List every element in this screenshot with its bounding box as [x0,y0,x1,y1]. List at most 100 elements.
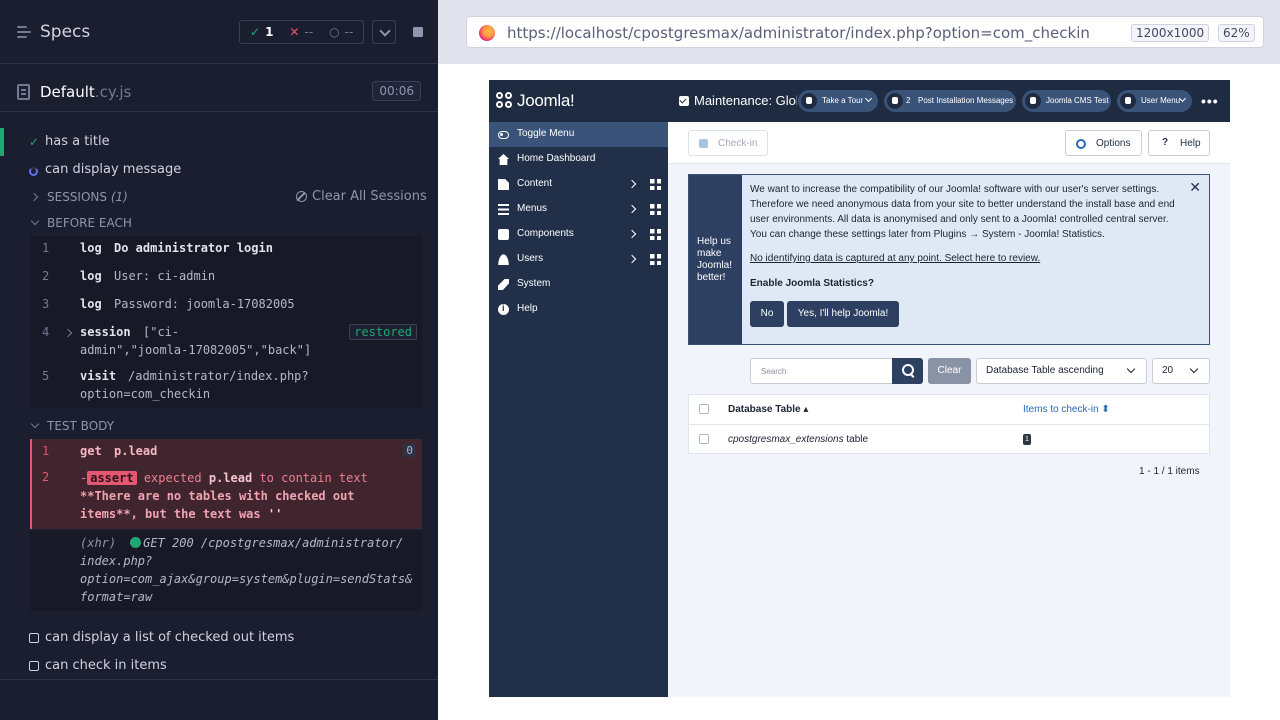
user-menu-button[interactable]: User Menu [1117,90,1192,112]
test-title: can display a list of checked out items [45,630,295,645]
joomla-logo-icon [496,92,514,110]
joomla-sidebar: Joomla! Toggle Menu Home Dashboard Conte… [489,80,668,697]
cypress-runner: Specs ✓ 1 ✕ -- ○ -- Default.cy.js 00:06 ✓ h… [0,0,1280,720]
external-link-icon [1025,93,1041,109]
specs-title[interactable]: Specs [40,22,90,42]
close-icon[interactable]: ✕ [1189,179,1201,196]
select-all-checkbox[interactable] [699,404,709,414]
test-title: can check in items [45,658,167,673]
ordering-select[interactable]: Database Table ascending [976,358,1147,384]
command-log[interactable]: 1 log Do administrator login [30,241,422,259]
sidebar-item-content[interactable]: Content [489,172,668,197]
review-data-link[interactable]: No identifying data is captured at any p… [750,253,1040,264]
test-body-toggle[interactable]: TEST BODY [0,417,438,435]
test-body-label: TEST BODY [47,419,115,433]
sort-asc-icon: ▴ [803,404,809,415]
viewport-size-badge[interactable]: 1200x1000 [1131,24,1210,42]
options-button[interactable]: Options [1065,130,1142,156]
sessions-label: SESSIONS (1) [47,190,128,204]
check-square-icon [699,139,708,148]
dashboard-grid-icon[interactable] [650,179,661,190]
stats-no-button[interactable]: No [750,301,784,327]
url-bar[interactable]: https://localhost/cpostgresmax/administr… [466,16,1264,48]
more-options-icon[interactable]: ••• [1201,94,1219,108]
xhr-request-log[interactable]: (xhr) GET 200 /cpostgresmax/administrator… [30,531,422,611]
limit-select[interactable]: 20 [1152,358,1210,384]
specs-list-icon[interactable] [17,25,33,39]
gear-icon [1076,139,1086,149]
sidebar-item-home-dashboard[interactable]: Home Dashboard [489,147,668,172]
post-installation-messages-button[interactable]: 2 Post Installation Messages [884,90,1016,112]
before-each-commands: 1 log Do administrator login 2 log User:… [30,236,422,408]
command-log[interactable]: 2 log User: ci-admin [30,269,422,287]
chevron-right-icon [627,204,637,214]
passed-count: 1 [265,25,274,39]
sidebar-item-menus[interactable]: Menus [489,197,668,222]
stats-yes-button[interactable]: Yes, I'll help Joomla! [787,301,899,327]
sidebar-item-system[interactable]: System [489,272,668,297]
expand-menu-button[interactable] [372,20,396,44]
command-visit[interactable]: 5 visit /administrator/index.php? option… [30,369,422,405]
before-each-toggle[interactable]: BEFORE EACH [0,214,438,232]
help-button[interactable]: ? Help [1148,130,1210,156]
chevron-down-icon [864,94,873,103]
search-button[interactable] [892,358,923,384]
command-session[interactable]: 4 session ["ci- admin","joomla-17082005"… [30,324,422,361]
joomla-logo[interactable]: Joomla! [489,80,668,122]
sidebar-item-components[interactable]: Components [489,222,668,247]
chevron-right-icon [627,229,637,239]
test-list-checked-out-items[interactable]: can display a list of checked out items [0,629,438,649]
notification-count: 2 [906,96,911,105]
search-input[interactable]: Search [750,358,893,384]
chevron-right-icon [627,254,637,264]
alert-question: Enable Joomla Statistics? [750,278,874,289]
dashboard-grid-icon[interactable] [650,254,661,265]
checkin-table: Database Table ▴ Items to check-in ⬍ cpo… [688,394,1210,454]
chevron-right-icon[interactable] [63,328,73,338]
clear-button[interactable]: Clear [928,358,971,384]
stop-button[interactable] [405,20,431,44]
search-placeholder: Search [761,367,787,376]
column-header-database-table[interactable]: Database Table ▴ [728,404,808,415]
spec-header: Default.cy.js 00:06 [0,72,438,112]
command-assert[interactable]: 2 - assert expected p.lead to contain tex… [30,470,422,526]
running-spinner-icon [29,167,38,176]
test-can-display-message[interactable]: can display message [0,161,438,181]
check-icon: ✓ [29,135,40,149]
assert-tag: assert [87,471,137,485]
passed-stat: ✓ 1 [250,25,273,39]
test-title: has a title [45,134,110,149]
row-checkbox[interactable] [699,434,709,444]
check-in-button[interactable]: Check-in [688,130,768,156]
dashboard-grid-icon[interactable] [650,204,661,215]
dashboard-grid-icon[interactable] [650,229,661,240]
test-stats: ✓ 1 ✕ -- ○ -- [239,20,364,44]
test-check-in-items[interactable]: can check in items [0,657,438,677]
column-header-items[interactable]: Items to check-in ⬍ [1023,404,1110,415]
reporter-header: Specs ✓ 1 ✕ -- ○ -- [0,0,438,64]
pending-icon: ○ [329,25,340,39]
url-text[interactable]: https://localhost/cpostgresmax/administr… [507,24,1090,42]
failed-commands: 1 get p.lead 0 2 - assert expected p.lead… [30,439,422,529]
clear-all-sessions-button[interactable]: Clear All Sessions [296,189,427,204]
app-under-test-panel: https://localhost/cpostgresmax/administr… [438,0,1280,720]
spec-file-name: Default.cy.js [40,83,132,101]
items-count-badge: 1 [1023,434,1031,445]
test-title: can display message [45,162,182,177]
sort-icon: ⬍ [1101,404,1110,415]
info-icon [498,303,509,315]
before-each-label: BEFORE EACH [47,216,132,230]
failed-stat: ✕ -- [289,25,313,39]
signpost-icon [801,93,817,109]
take-a-tour-button[interactable]: Take a Tour [798,90,878,112]
sidebar-item-toggle-menu[interactable]: Toggle Menu [489,122,668,147]
site-link-button[interactable]: Joomla CMS Test [1022,90,1111,112]
sidebar-item-users[interactable]: Users [489,247,668,272]
test-has-a-title[interactable]: ✓ has a title [0,133,438,153]
sidebar-item-help[interactable]: Help [489,297,668,322]
zoom-badge[interactable]: 62% [1218,24,1255,42]
divider [689,424,1209,425]
command-log[interactable]: 3 log Password: joomla-17082005 [30,297,422,315]
chevron-right-icon [29,192,39,202]
command-get[interactable]: 1 get p.lead 0 [30,444,422,462]
